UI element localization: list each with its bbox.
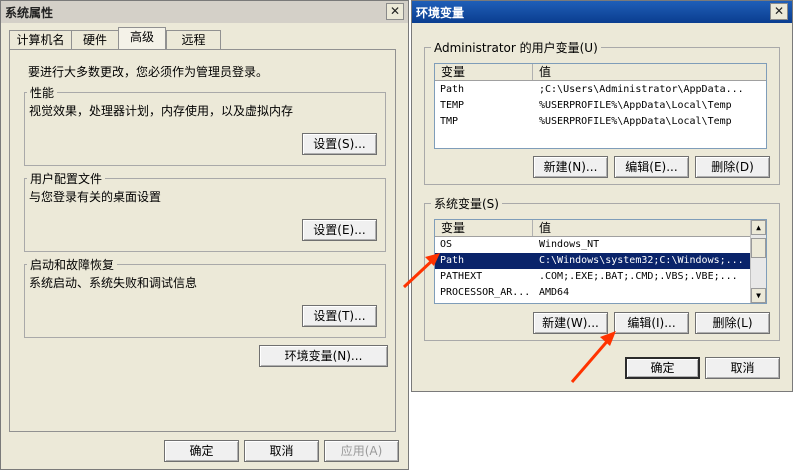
variable-name: TMP (440, 116, 459, 127)
env-ok-button[interactable]: 确定 (625, 357, 700, 379)
startup-recovery-group-title: 启动和故障恢复 (27, 256, 118, 273)
close-button[interactable]: ✕ (386, 3, 404, 20)
system-variables-group: 系统变量(S) 变量 值 OS Windows_NT Path C:\Windo… (424, 195, 780, 341)
list-item[interactable]: TMP %USERPROFILE%\AppData\Local\Temp (435, 114, 766, 130)
list-item-selected[interactable]: Path C:\Windows\system32;C:\Windows;... (435, 253, 752, 269)
column-header-variable[interactable]: 变量 (435, 220, 533, 236)
column-header-variable[interactable]: 变量 (435, 64, 533, 80)
sys-apply-button[interactable]: 应用(A) (324, 440, 399, 462)
variable-value: AMD64 (539, 287, 570, 298)
variable-value: .COM;.EXE;.BAT;.CMD;.VBS;.VBE;... (539, 271, 738, 282)
advanced-tab-panel: 要进行大多数更改，您必须作为管理员登录。 性能 视觉效果，处理器计划，内存使用，… (9, 49, 396, 432)
list-item[interactable]: Path ;C:\Users\Administrator\AppData... (435, 82, 766, 98)
vertical-scrollbar[interactable]: ▲ ▼ (750, 220, 766, 303)
sys-ok-button[interactable]: 确定 (164, 440, 239, 462)
variable-name: OS (440, 239, 453, 250)
system-edit-button[interactable]: 编辑(I)... (614, 312, 689, 334)
performance-description: 视觉效果，处理器计划，内存使用，以及虚拟内存 (29, 104, 294, 118)
user-variables-group: Administrator 的用户变量(U) 变量 值 Path ;C:\Use… (424, 39, 780, 185)
startup-recovery-description: 系统启动、系统失败和调试信息 (29, 276, 198, 290)
user-new-button[interactable]: 新建(N)... (533, 156, 608, 178)
list-item[interactable]: OS Windows_NT (435, 237, 752, 253)
column-header-value[interactable]: 值 (533, 64, 766, 80)
system-list-header: 变量 值 (435, 220, 752, 237)
variable-name: PATHEXT (440, 271, 483, 282)
variable-name: Path (440, 84, 465, 95)
sys-cancel-button[interactable]: 取消 (244, 440, 319, 462)
user-profiles-group: 用户配置文件 与您登录有关的桌面设置 设置(E)... (24, 170, 386, 252)
triangle-up-icon: ▲ (756, 223, 761, 232)
system-variables-list[interactable]: 变量 值 OS Windows_NT Path C:\Windows\syste… (434, 219, 767, 304)
environment-variables-window: 环境变量 ✕ Administrator 的用户变量(U) 变量 值 Path … (411, 0, 793, 392)
environment-variables-titlebar[interactable]: 环境变量 ✕ (412, 1, 792, 23)
variable-value: C:\Windows\system32;C:\Windows;... (539, 255, 744, 266)
system-delete-button[interactable]: 删除(L) (695, 312, 770, 334)
tab-advanced[interactable]: 高级 (118, 27, 166, 50)
window-title: 环境变量 (416, 5, 465, 20)
user-edit-button[interactable]: 编辑(E)... (614, 156, 689, 178)
column-header-value[interactable]: 值 (533, 220, 752, 236)
list-item[interactable]: PROCESSOR_AR... AMD64 (435, 285, 752, 301)
variable-name: PROCESSOR_AR... (440, 287, 530, 298)
variable-value: %USERPROFILE%\AppData\Local\Temp (539, 116, 732, 127)
triangle-down-icon: ▼ (756, 291, 761, 300)
variable-name: Path (440, 255, 465, 266)
system-properties-titlebar[interactable]: 系统属性 ✕ (1, 1, 408, 23)
environment-variables-button[interactable]: 环境变量(N)... (259, 345, 388, 367)
close-icon: ✕ (773, 4, 785, 18)
scroll-down-button[interactable]: ▼ (751, 288, 766, 303)
user-list-header: 变量 值 (435, 64, 766, 81)
user-variables-group-title: Administrator 的用户变量(U) (431, 39, 601, 56)
user-variables-list[interactable]: 变量 值 Path ;C:\Users\Administrator\AppDat… (434, 63, 767, 149)
variable-name: TEMP (440, 100, 465, 111)
admin-notice: 要进行大多数更改，您必须作为管理员登录。 (28, 65, 269, 79)
startup-recovery-group: 启动和故障恢复 系统启动、系统失败和调试信息 设置(T)... (24, 256, 386, 338)
performance-group: 性能 视觉效果，处理器计划，内存使用，以及虚拟内存 设置(S)... (24, 84, 386, 166)
system-variables-group-title: 系统变量(S) (431, 195, 502, 212)
tab-computer-name[interactable]: 计算机名 (9, 30, 72, 49)
system-new-button[interactable]: 新建(W)... (533, 312, 608, 334)
user-profiles-description: 与您登录有关的桌面设置 (29, 190, 162, 204)
user-profiles-settings-button[interactable]: 设置(E)... (302, 219, 377, 241)
performance-settings-button[interactable]: 设置(S)... (302, 133, 377, 155)
startup-recovery-settings-button[interactable]: 设置(T)... (302, 305, 377, 327)
variable-value: Windows_NT (539, 239, 600, 250)
list-item[interactable]: TEMP %USERPROFILE%\AppData\Local\Temp (435, 98, 766, 114)
scroll-thumb[interactable] (751, 238, 766, 258)
scroll-up-button[interactable]: ▲ (751, 220, 766, 235)
close-button[interactable]: ✕ (770, 3, 788, 20)
list-item[interactable]: PATHEXT .COM;.EXE;.BAT;.CMD;.VBS;.VBE;..… (435, 269, 752, 285)
variable-value: ;C:\Users\Administrator\AppData... (539, 84, 744, 95)
system-properties-window: 系统属性 ✕ 计算机名 硬件 高级 远程 要进行大多数更改，您必须作为管理员登录… (0, 0, 409, 470)
user-profiles-group-title: 用户配置文件 (27, 170, 106, 187)
close-icon: ✕ (389, 4, 401, 18)
variable-value: %USERPROFILE%\AppData\Local\Temp (539, 100, 732, 111)
tab-hardware[interactable]: 硬件 (71, 30, 119, 49)
user-delete-button[interactable]: 删除(D) (695, 156, 770, 178)
performance-group-title: 性能 (27, 84, 58, 101)
tab-remote[interactable]: 远程 (166, 30, 221, 49)
env-cancel-button[interactable]: 取消 (705, 357, 780, 379)
window-title: 系统属性 (5, 5, 54, 20)
